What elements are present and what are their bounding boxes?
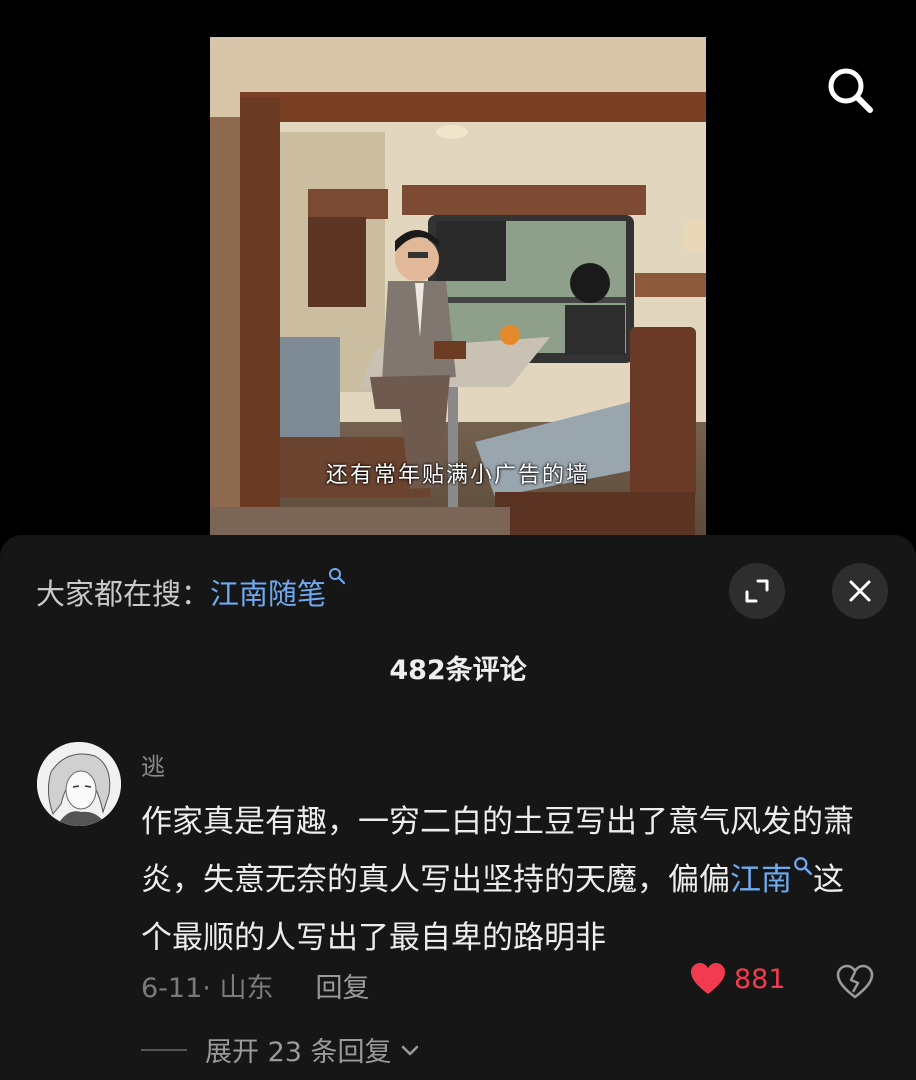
video-area[interactable]: 还有常年贴满小广告的墙 xyxy=(0,0,916,540)
dislike-button[interactable] xyxy=(836,964,874,1004)
trending-keyword-link[interactable]: 江南随笔 xyxy=(210,568,346,613)
search-icon xyxy=(329,568,346,585)
trending-keyword: 江南随笔 xyxy=(210,577,327,611)
heart-icon xyxy=(691,963,725,994)
comment-meta: 6-11· 山东 回复 xyxy=(141,966,369,1005)
like-count: 881 xyxy=(734,963,786,995)
close-icon xyxy=(849,580,871,602)
search-icon xyxy=(828,68,873,113)
expand-replies-label: 展开 23 条回复 xyxy=(205,1037,392,1068)
comments-panel: 大家都在搜： 江南随笔 482条评论 逃 作家真是有趣，一穷二白的土豆写出了意气… xyxy=(0,535,916,1080)
comment-text: 作家真是有趣，一穷二白的土豆写出了意气风发的萧炎，失意无奈的真人写出坚持的天魔，… xyxy=(141,793,871,967)
comment-date-location: 6-11· 山东 xyxy=(141,973,274,1004)
divider-line xyxy=(141,1048,187,1051)
video-subtitle: 还有常年贴满小广告的墙 xyxy=(325,463,590,488)
search-button[interactable] xyxy=(822,62,878,118)
comments-count-title: 482条评论 xyxy=(389,655,527,686)
comment-inline-link[interactable]: 江南 xyxy=(730,857,813,898)
trending-prefix: 大家都在搜： xyxy=(36,577,211,611)
like-button[interactable]: 881 xyxy=(690,962,786,996)
broken-heart-icon xyxy=(836,964,874,999)
search-icon xyxy=(794,857,812,875)
video-frame[interactable]: 还有常年贴满小广告的墙 xyxy=(210,37,706,535)
expand-replies-button[interactable]: 展开 23 条回复 xyxy=(141,1030,422,1069)
trending-search: 大家都在搜： 江南随笔 xyxy=(36,568,346,613)
chevron-down-icon xyxy=(401,1045,418,1055)
expand-button[interactable] xyxy=(729,563,785,619)
comment-link-text: 江南 xyxy=(730,862,792,898)
expand-icon xyxy=(745,579,769,603)
reply-button[interactable]: 回复 xyxy=(315,966,369,1005)
close-button[interactable] xyxy=(832,563,888,619)
comment-username[interactable]: 逃 xyxy=(141,747,165,782)
avatar[interactable] xyxy=(37,742,121,826)
avatar-image xyxy=(37,742,121,826)
